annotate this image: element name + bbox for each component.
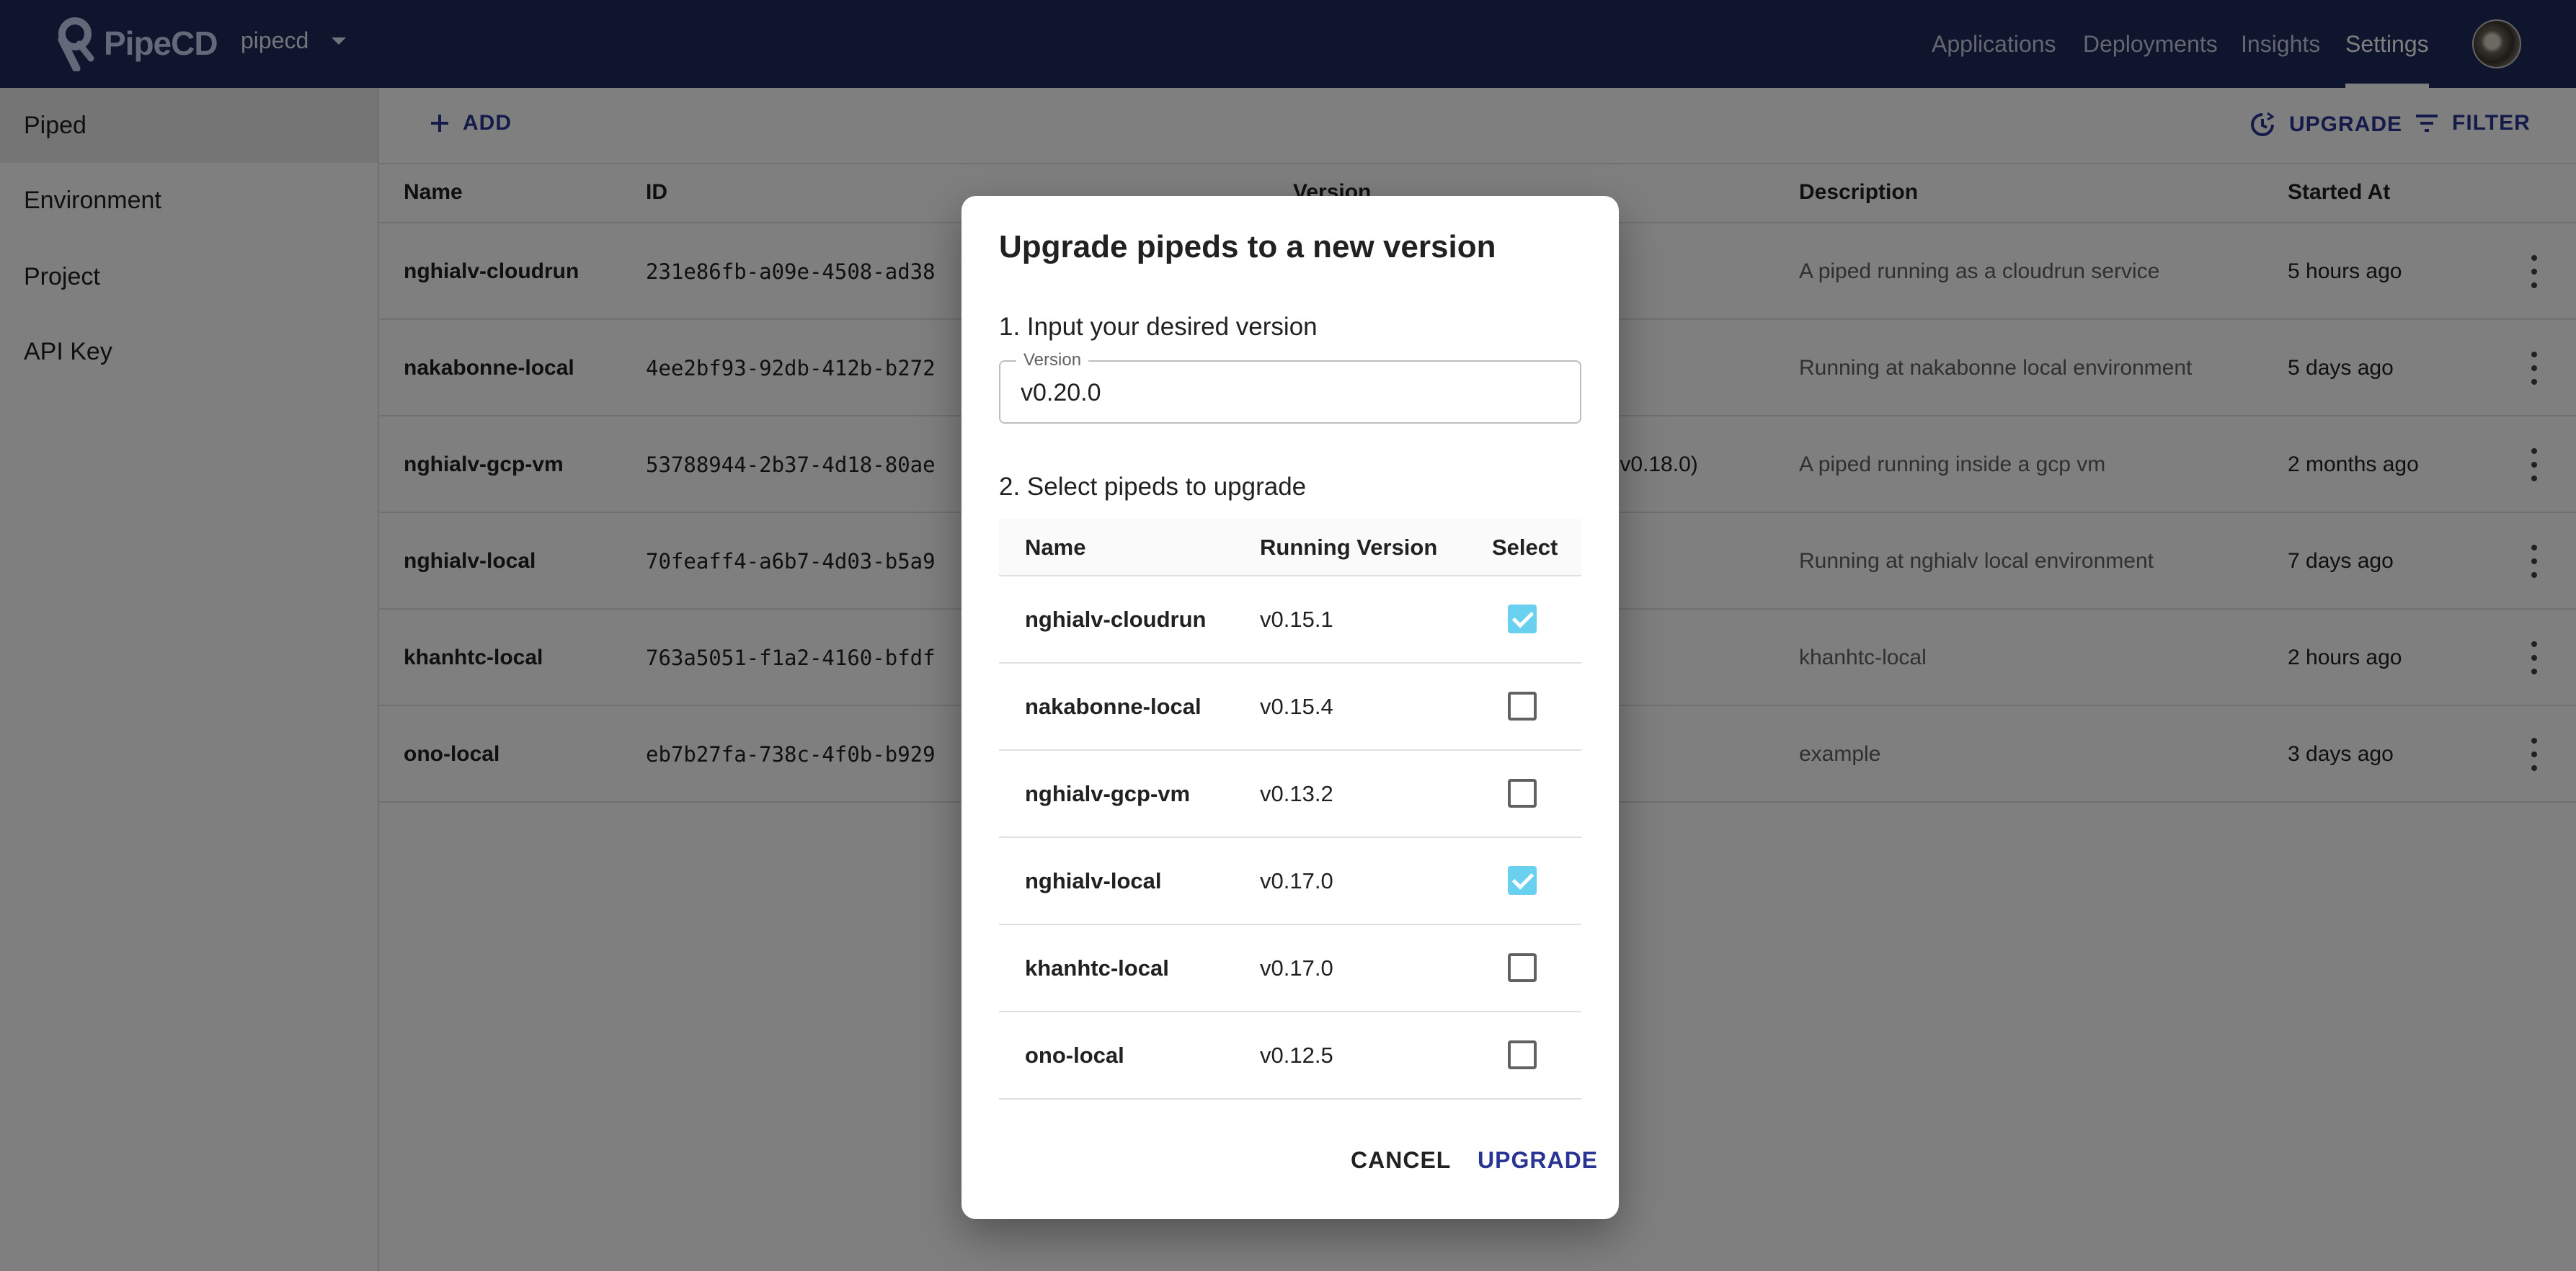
cancel-button[interactable]: CANCEL <box>1351 1147 1451 1174</box>
list-item: nghialv-gcp-vm v0.13.2 <box>999 751 1581 838</box>
running-version: v0.13.2 <box>1260 780 1333 806</box>
select-checkbox[interactable] <box>1508 692 1537 721</box>
version-field-label: Version <box>1016 350 1089 370</box>
list-item: nakabonne-local v0.15.4 <box>999 664 1581 751</box>
piped-name: khanhtc-local <box>1025 955 1169 981</box>
version-field: Version <box>999 350 1581 424</box>
column-header-name: Name <box>1025 535 1086 560</box>
list-item: khanhtc-local v0.17.0 <box>999 925 1581 1012</box>
version-input[interactable] <box>1021 376 1554 409</box>
select-checkbox[interactable] <box>1508 953 1537 982</box>
piped-name: nghialv-gcp-vm <box>1025 780 1191 806</box>
piped-name: nghialv-local <box>1025 868 1162 893</box>
running-version: v0.17.0 <box>1260 955 1333 981</box>
running-version: v0.12.5 <box>1260 1042 1333 1068</box>
piped-select-table: Name Running Version Select nghialv-clou… <box>999 519 1581 1100</box>
running-version: v0.15.4 <box>1260 693 1333 719</box>
column-header-running-version: Running Version <box>1260 535 1438 560</box>
select-checkbox[interactable] <box>1508 1040 1537 1069</box>
upgrade-pipeds-dialog: Upgrade pipeds to a new version 1. Input… <box>961 196 1619 1219</box>
running-version: v0.17.0 <box>1260 868 1333 893</box>
select-checkbox[interactable] <box>1508 605 1537 633</box>
select-checkbox[interactable] <box>1508 866 1537 895</box>
piped-name: nakabonne-local <box>1025 693 1202 719</box>
piped-name: nghialv-cloudrun <box>1025 606 1207 632</box>
dialog-title: Upgrade pipeds to a new version <box>999 229 1496 264</box>
piped-select-table-header: Name Running Version Select <box>999 519 1581 576</box>
step-2-label: 2. Select pipeds to upgrade <box>999 473 1307 501</box>
column-header-select: Select <box>1492 535 1558 560</box>
piped-name: ono-local <box>1025 1042 1124 1068</box>
select-checkbox[interactable] <box>1508 779 1537 808</box>
confirm-upgrade-button[interactable]: UPGRADE <box>1478 1147 1598 1174</box>
running-version: v0.15.1 <box>1260 606 1333 632</box>
list-item: nghialv-local v0.17.0 <box>999 838 1581 925</box>
list-item: nghialv-cloudrun v0.15.1 <box>999 576 1581 664</box>
step-1-label: 1. Input your desired version <box>999 313 1318 341</box>
list-item: ono-local v0.12.5 <box>999 1012 1581 1100</box>
